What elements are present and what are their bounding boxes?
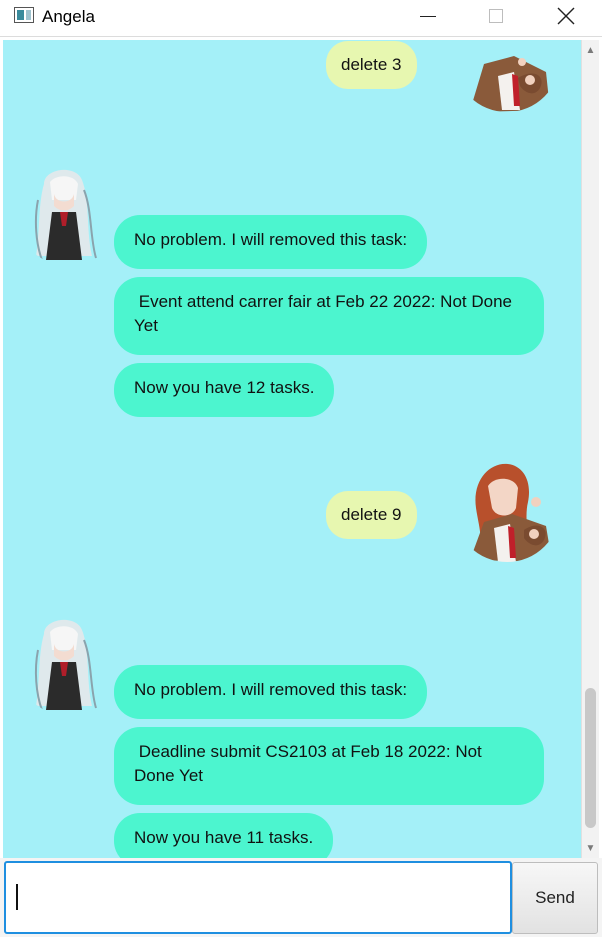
- user-avatar: [454, 40, 560, 112]
- chat-scroll-pane[interactable]: delete 3 No problem. I will removed this…: [3, 40, 581, 858]
- user-avatar: [454, 456, 560, 562]
- title-bar: Angela: [0, 0, 602, 37]
- minimize-button[interactable]: [396, 0, 460, 32]
- bot-message-bubble: Now you have 12 tasks.: [114, 363, 335, 417]
- bot-message-bubble: Event attend carrer fair at Feb 22 2022:…: [114, 277, 544, 355]
- bot-avatar: [16, 610, 122, 716]
- input-bar: Send: [0, 858, 602, 937]
- scroll-down-icon[interactable]: ▼: [582, 840, 599, 856]
- maximize-icon: [489, 9, 503, 23]
- close-icon: [557, 7, 575, 25]
- window-title: Angela: [42, 7, 95, 26]
- close-button[interactable]: [534, 0, 598, 32]
- bot-message-bubble: Deadline submit CS2103 at Feb 18 2022: N…: [114, 727, 544, 805]
- scroll-thumb[interactable]: [585, 688, 596, 828]
- maximize-button[interactable]: [464, 0, 528, 32]
- bot-message-bubble: No problem. I will removed this task:: [114, 665, 428, 719]
- text-caret: [16, 884, 18, 910]
- vertical-scrollbar[interactable]: ▲ ▼: [581, 40, 599, 858]
- user-message-bubble: delete 9: [326, 491, 417, 539]
- app-window-icon: [14, 7, 34, 23]
- send-button[interactable]: Send: [512, 862, 598, 934]
- bot-avatar: [16, 160, 122, 266]
- scroll-up-icon[interactable]: ▲: [582, 42, 599, 58]
- bot-message-bubble: No problem. I will removed this task:: [114, 215, 428, 269]
- minimize-icon: [420, 15, 436, 17]
- bot-message-bubble: Now you have 11 tasks.: [114, 813, 334, 858]
- message-input[interactable]: [4, 861, 512, 934]
- user-message-bubble: delete 3: [326, 41, 417, 89]
